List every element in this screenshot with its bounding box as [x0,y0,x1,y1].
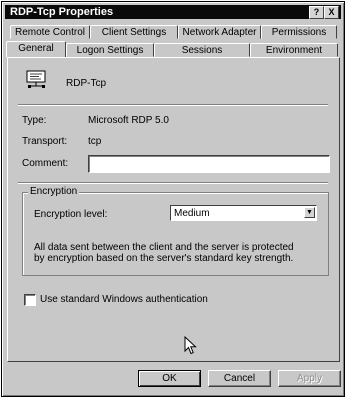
network-connection-icon [26,70,48,90]
apply-button[interactable]: Apply [278,370,341,387]
title-bar: RDP-Tcp Properties ? X [5,5,341,19]
dialog-title: RDP-Tcp Properties [10,6,114,18]
cancel-button[interactable]: Cancel [208,370,271,387]
chevron-down-icon[interactable]: ▼ [304,207,315,218]
separator [18,182,328,184]
windows-auth-label[interactable]: Use standard Windows authentication [40,294,208,305]
windows-auth-checkbox[interactable] [24,294,36,306]
encryption-level-label: Encryption level: [34,209,108,220]
separator [18,104,328,106]
tab-sessions[interactable]: Sessions [154,43,250,57]
encryption-group-title: Encryption [28,186,80,197]
tab-remote-control[interactable]: Remote Control [10,25,90,39]
connection-name: RDP-Tcp [66,78,107,89]
encryption-level-select[interactable]: Medium ▼ [170,205,317,221]
transport-label: Transport: [22,136,68,147]
comment-field[interactable] [88,155,330,173]
type-label: Type: [22,115,47,126]
help-button[interactable]: ? [309,6,324,19]
comment-label: Comment: [22,158,69,169]
tab-logon-settings[interactable]: Logon Settings [66,43,154,57]
close-button[interactable]: X [324,6,339,19]
encryption-level-value: Medium [174,208,210,219]
properties-dialog: RDP-Tcp Properties ? X Remote Control Cl… [1,1,345,397]
ok-button[interactable]: OK [138,370,201,387]
mouse-cursor-icon [184,335,198,356]
tab-environment[interactable]: Environment [250,43,338,57]
tab-client-settings[interactable]: Client Settings [90,25,178,39]
encryption-description: All data sent between the client and the… [34,242,294,264]
transport-value: tcp [88,136,102,147]
general-tab-panel: RDP-Tcp Type: Microsoft RDP 5.0 Transpor… [7,57,340,362]
tab-general[interactable]: General [6,41,66,57]
type-value: Microsoft RDP 5.0 [88,115,169,126]
tab-network-adapter[interactable]: Network Adapter [178,25,261,39]
tab-permissions[interactable]: Permissions [261,25,337,39]
